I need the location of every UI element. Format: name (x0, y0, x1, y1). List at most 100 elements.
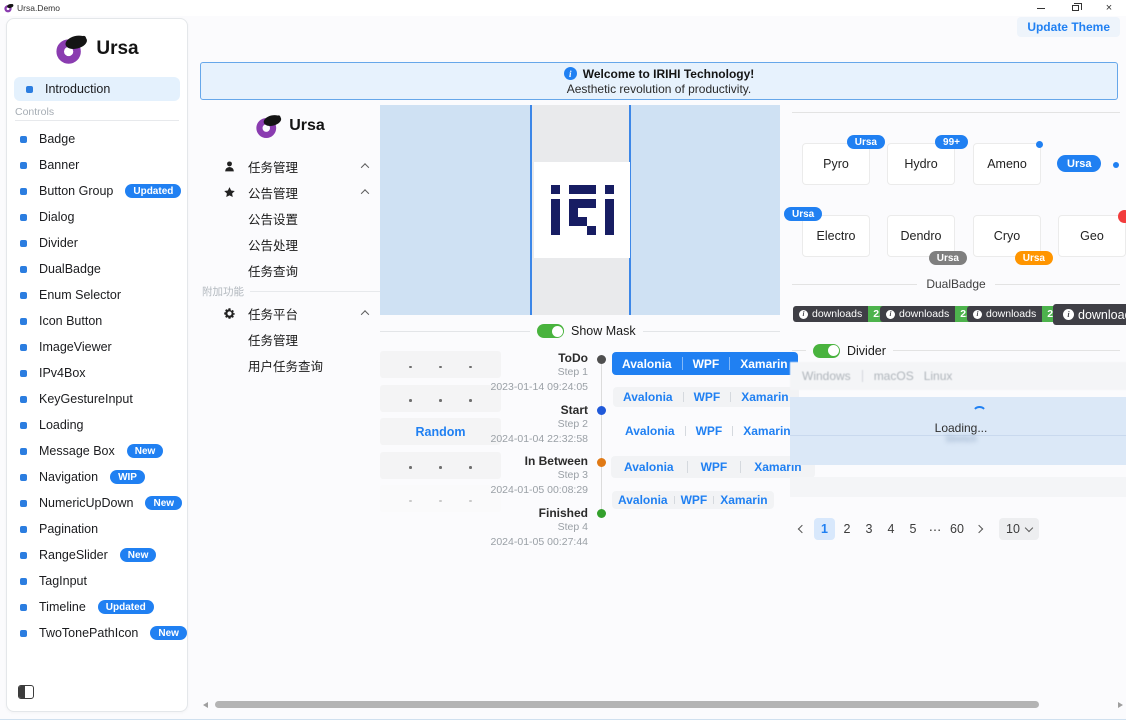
menu-group-task-management[interactable]: 任务管理 (200, 153, 380, 179)
sidebar-item-twotonepathicon[interactable]: TwoTonePathIconNew (7, 620, 187, 646)
status-badge: New (120, 548, 157, 562)
wpf-button[interactable]: WPF (688, 456, 741, 478)
menu-group-announcement[interactable]: 公告管理 (200, 179, 380, 205)
menu-item-user-task-query[interactable]: 用户任务查询 (200, 352, 380, 378)
close-button[interactable]: × (1092, 0, 1126, 16)
page-button-60[interactable]: 60 (947, 518, 967, 540)
wpf-button[interactable]: WPF (675, 491, 714, 509)
person-icon (222, 159, 236, 173)
sidebar-item-loading[interactable]: Loading (7, 412, 187, 438)
sidebar-item-divider[interactable]: Divider (7, 230, 187, 256)
sidebar-item-ipv4box[interactable]: IPv4Box (7, 360, 187, 386)
sidebar-item-navigation[interactable]: NavigationWIP (7, 464, 187, 490)
page-button-5[interactable]: 5 (903, 518, 923, 540)
sidebar-item-banner[interactable]: Banner (7, 152, 187, 178)
sidebar-item-enum-selector[interactable]: Enum Selector (7, 282, 187, 308)
banner-title: Welcome to IRIHI Technology! (583, 67, 755, 81)
badge-card-cryo: Cryo Ursa (973, 215, 1041, 257)
page-size-select[interactable]: 10 (999, 518, 1039, 540)
show-mask-label: Show Mask (571, 324, 636, 338)
sidebar-item-numericupdown[interactable]: NumericUpDownNew (7, 490, 187, 516)
button-group-compact: Avalonia WPF Xamarin (612, 491, 774, 509)
update-theme-button[interactable]: Update Theme (1017, 17, 1120, 37)
sidebar-item-timeline[interactable]: TimelineUpdated (7, 594, 187, 620)
avalonia-button[interactable]: Avalonia (615, 421, 685, 441)
badge-card-ameno: Ameno (973, 143, 1041, 185)
wpf-button[interactable]: WPF (684, 387, 731, 407)
sidebar-item-button-group[interactable]: Button GroupUpdated (7, 178, 187, 204)
ursa-badge: Ursa (929, 251, 967, 265)
sidebar-item-imageviewer[interactable]: ImageViewer (7, 334, 187, 360)
image-viewer[interactable] (380, 105, 780, 315)
ipv4-input[interactable] (380, 351, 501, 378)
avalonia-button[interactable]: Avalonia (612, 352, 682, 375)
divider-line (380, 331, 530, 332)
wpf-button[interactable]: WPF (683, 352, 730, 375)
sidebar-item-keygestureinput[interactable]: KeyGestureInput (7, 386, 187, 412)
ipv4-input[interactable] (380, 385, 501, 412)
page-button-4[interactable]: 4 (881, 518, 901, 540)
divider-toggle[interactable] (813, 344, 840, 358)
page-ellipsis[interactable]: ⋯ (925, 518, 945, 540)
bullet-icon (20, 344, 27, 351)
sidebar-item-badge[interactable]: Badge (7, 126, 187, 152)
bullet-icon (20, 422, 27, 429)
page-button-1[interactable]: 1 (814, 518, 835, 540)
avalonia-button[interactable]: Avalonia (611, 456, 687, 478)
sidebar-item-pagination[interactable]: Pagination (7, 516, 187, 542)
sidebar-section-label: Controls (15, 106, 179, 118)
welcome-banner: i Welcome to IRIHI Technology! Aesthetic… (200, 62, 1118, 100)
scrollbar-thumb[interactable] (215, 701, 1039, 708)
sidebar-collapse-button[interactable] (18, 685, 34, 699)
sidebar-item-taginput[interactable]: TagInput (7, 568, 187, 594)
minimize-button[interactable] (1024, 0, 1058, 16)
xamarin-button[interactable]: Xamarin (714, 491, 773, 509)
sidebar-item-icon-button[interactable]: Icon Button (7, 308, 187, 334)
sidebar-item-introduction[interactable]: Introduction (14, 77, 180, 101)
show-mask-toggle[interactable] (537, 324, 564, 338)
bullet-icon (20, 240, 27, 247)
bullet-icon (20, 474, 27, 481)
info-icon: i (886, 310, 895, 319)
loading-overlay: Stretch Loading... (790, 397, 1126, 465)
xamarin-button[interactable]: Xamarin (730, 352, 797, 375)
app-window: Ursa.Demo × Update Theme Ursa Introducti… (0, 0, 1126, 720)
button-group-wide: Avalonia WPF Xamarin (611, 456, 815, 478)
wpf-button[interactable]: WPF (686, 421, 733, 441)
menu-item-task-management[interactable]: 任务管理 (200, 326, 380, 352)
divider-line (893, 350, 1120, 351)
bullet-icon (20, 500, 27, 507)
right-panel: Pyro Ursa Hydro 99+ Ameno Ursa Electro U… (790, 105, 1126, 575)
page-button-2[interactable]: 2 (837, 518, 857, 540)
scroll-left-arrow[interactable] (203, 702, 208, 708)
menu-item-task-query[interactable]: 任务查询 (200, 257, 380, 283)
random-button[interactable]: Random (380, 418, 501, 445)
sidebar-list: Badge Banner Button GroupUpdated Dialog … (7, 126, 187, 646)
sidebar-item-rangeslider[interactable]: RangeSliderNew (7, 542, 187, 568)
next-page-button[interactable] (969, 518, 989, 540)
sidebar-item-dualbadge[interactable]: DualBadge (7, 256, 187, 282)
xamarin-button[interactable]: Xamarin (731, 387, 798, 407)
bullet-icon (20, 630, 27, 637)
menu-item-announcement-processing[interactable]: 公告处理 (200, 231, 380, 257)
ursa-badge: Ursa (847, 135, 885, 149)
restore-button[interactable] (1058, 0, 1092, 16)
sidebar-logo: Ursa (7, 33, 187, 65)
bullet-icon (20, 292, 27, 299)
bullet-icon (20, 214, 27, 221)
scroll-right-arrow[interactable] (1118, 702, 1123, 708)
tab-windows: Windows (802, 369, 851, 383)
close-icon: × (1106, 3, 1112, 14)
sidebar-item-dialog[interactable]: Dialog (7, 204, 187, 230)
menu-group-task-platform[interactable]: 任务平台 (200, 300, 380, 326)
star-icon (222, 185, 236, 199)
ipv4-input[interactable] (380, 452, 501, 479)
page-button-3[interactable]: 3 (859, 518, 879, 540)
menu-item-announcement-settings[interactable]: 公告设置 (200, 205, 380, 231)
sidebar-item-message-box[interactable]: Message BoxNew (7, 438, 187, 464)
avalonia-button[interactable]: Avalonia (613, 387, 683, 407)
prev-page-button[interactable] (792, 518, 812, 540)
ursa-badge: Ursa (784, 207, 822, 221)
window-title: Ursa.Demo (17, 3, 60, 13)
avalonia-button[interactable]: Avalonia (612, 491, 674, 509)
